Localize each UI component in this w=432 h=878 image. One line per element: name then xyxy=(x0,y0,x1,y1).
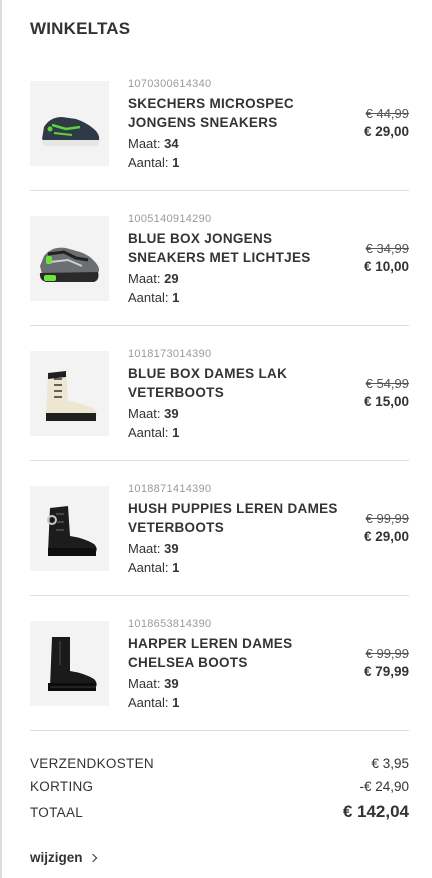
product-quantity: Aantal: 1 xyxy=(128,155,180,170)
product-image-sneaker-grey-lights[interactable] xyxy=(30,216,109,301)
product-size: Maat: 39 xyxy=(128,676,179,691)
product-quantity: Aantal: 1 xyxy=(128,425,180,440)
product-image-boot-black-chelsea[interactable] xyxy=(30,621,109,706)
total-value: € 142,04 xyxy=(342,802,409,821)
product-name[interactable]: HARPER LEREN DAMES CHELSEA BOOTS xyxy=(128,634,348,672)
page-title: WINKELTAS xyxy=(30,19,131,38)
product-sku: 1005140914290 xyxy=(128,213,212,225)
product-size: Maat: 34 xyxy=(128,136,179,151)
shipping-row: VERZENDKOSTEN € 3,95 xyxy=(30,752,409,775)
product-sku: 1018173014390 xyxy=(128,348,212,360)
product-image-sneaker-navy-green[interactable] xyxy=(30,81,109,166)
original-price: € 34,99 xyxy=(365,241,409,256)
sale-price: € 15,00 xyxy=(363,394,409,409)
product-sku: 1018871414390 xyxy=(128,483,212,495)
discount-row: KORTING -€ 24,90 xyxy=(30,775,409,798)
product-sku: 1018653814390 xyxy=(128,618,212,630)
cart-item: 1005140914290 BLUE BOX JONGENS SNEAKERS … xyxy=(30,191,409,326)
product-quantity: Aantal: 1 xyxy=(128,290,180,305)
product-name[interactable]: HUSH PUPPIES LEREN DAMES VETERBOOTS xyxy=(128,499,348,537)
product-name[interactable]: BLUE BOX JONGENS SNEAKERS MET LICHTJES xyxy=(128,229,348,267)
product-size: Maat: 39 xyxy=(128,406,179,421)
order-totals: VERZENDKOSTEN € 3,95 KORTING -€ 24,90 TO… xyxy=(30,752,409,828)
original-price: € 99,99 xyxy=(365,511,409,526)
product-size: Maat: 39 xyxy=(128,541,179,556)
cart-item: 1018173014390 BLUE BOX DAMES LAK VETERBO… xyxy=(30,326,409,461)
original-price: € 99,99 xyxy=(365,646,409,661)
chevron-right-icon xyxy=(88,853,97,863)
product-quantity: Aantal: 1 xyxy=(128,695,180,710)
product-image-boot-black-buckle[interactable] xyxy=(30,486,109,571)
discount-label: KORTING xyxy=(30,779,94,794)
edit-cart-link[interactable]: wijzigen xyxy=(30,850,97,865)
cart-item: 1070300614340 SKECHERS MICROSPEC JONGENS… xyxy=(30,56,409,191)
cart-item: 1018653814390 HARPER LEREN DAMES CHELSEA… xyxy=(30,596,409,731)
sale-price: € 79,99 xyxy=(363,664,409,679)
product-quantity: Aantal: 1 xyxy=(128,560,180,575)
cart-item: 1018871414390 HUSH PUPPIES LEREN DAMES V… xyxy=(30,461,409,596)
shipping-label: VERZENDKOSTEN xyxy=(30,756,154,771)
product-image-boot-cream-lace[interactable] xyxy=(30,351,109,436)
shipping-value: € 3,95 xyxy=(371,756,409,771)
total-row: TOTAAL € 142,04 xyxy=(30,798,409,828)
original-price: € 54,99 xyxy=(365,376,409,391)
sale-price: € 29,00 xyxy=(363,529,409,544)
total-label: TOTAAL xyxy=(30,805,84,820)
original-price: € 44,99 xyxy=(365,106,409,121)
product-name[interactable]: BLUE BOX DAMES LAK VETERBOOTS xyxy=(128,364,348,402)
product-name[interactable]: SKECHERS MICROSPEC JONGENS SNEAKERS xyxy=(128,94,348,132)
sale-price: € 29,00 xyxy=(363,124,409,139)
edit-cart-label: wijzigen xyxy=(30,850,83,865)
cart-item-list: 1070300614340 SKECHERS MICROSPEC JONGENS… xyxy=(30,56,409,731)
panel-left-border xyxy=(0,0,2,878)
product-size: Maat: 29 xyxy=(128,271,179,286)
sale-price: € 10,00 xyxy=(363,259,409,274)
discount-value: -€ 24,90 xyxy=(359,779,409,794)
product-sku: 1070300614340 xyxy=(128,78,212,90)
